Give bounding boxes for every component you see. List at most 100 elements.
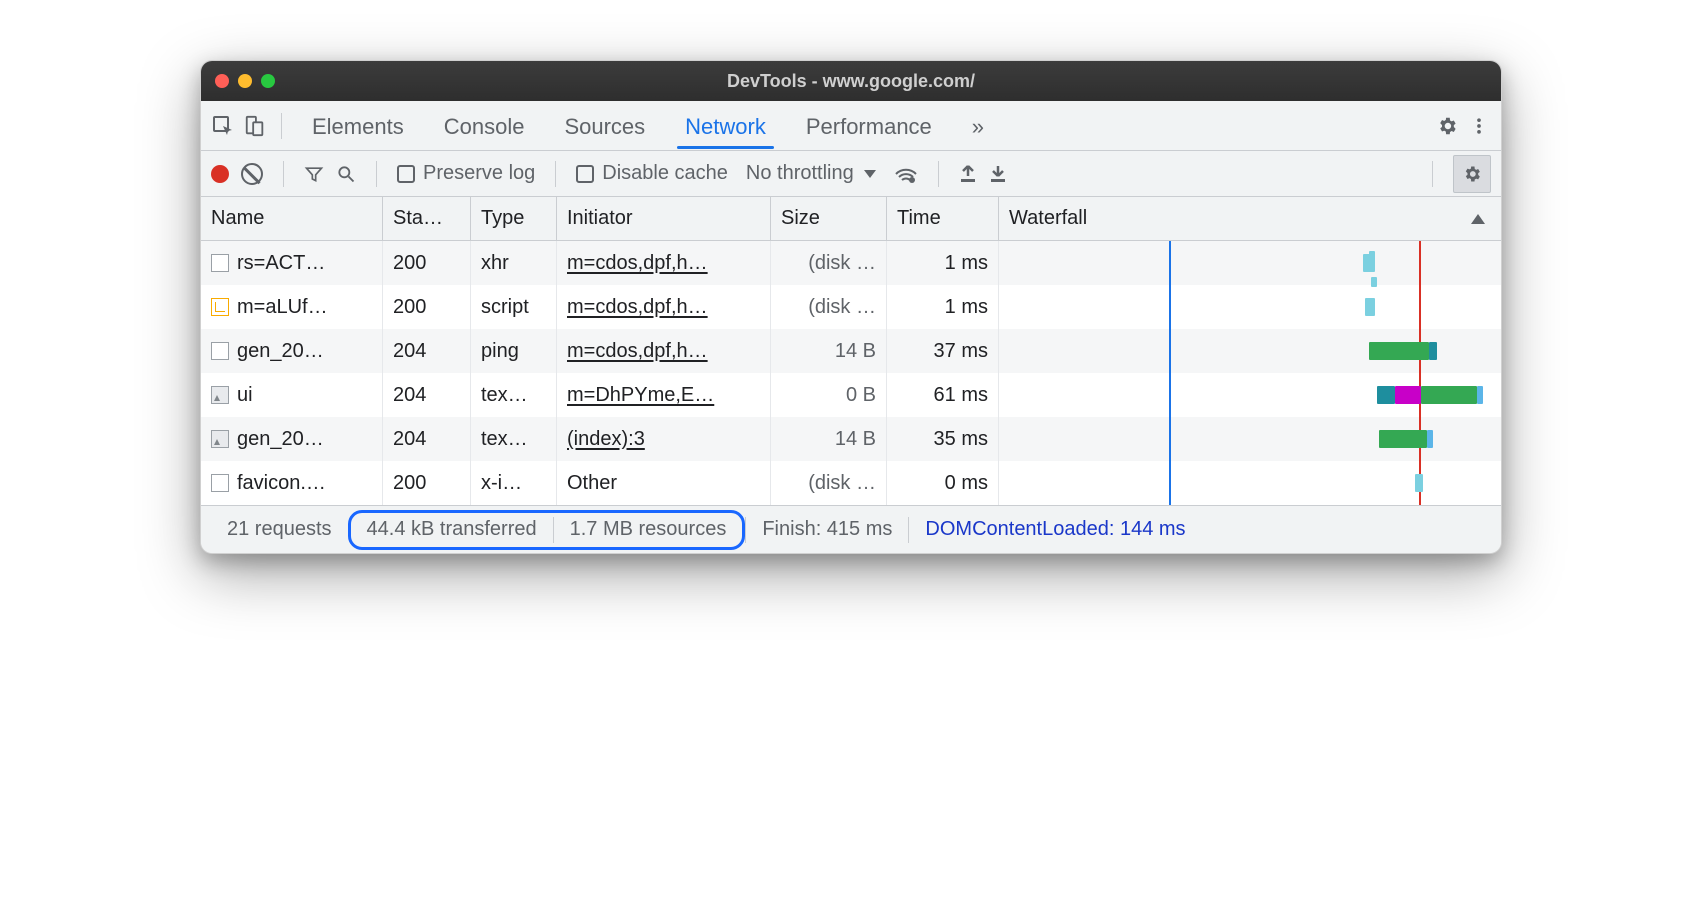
tab-network[interactable]: Network <box>667 104 784 148</box>
panel-tabbar: Elements Console Sources Network Perform… <box>201 101 1501 151</box>
cell-name[interactable]: m=aLUf… <box>201 285 383 329</box>
cell-initiator: m=cdos,dpf,h… <box>557 329 771 373</box>
waterfall-bar <box>1415 474 1423 492</box>
cell-type: xhr <box>471 241 557 285</box>
cell-time: 35 ms <box>887 417 999 461</box>
clear-button[interactable] <box>241 163 263 185</box>
tab-sources[interactable]: Sources <box>546 104 663 148</box>
initiator-link[interactable]: (index):3 <box>567 428 645 451</box>
cell-size: (disk … <box>771 285 887 329</box>
search-icon[interactable] <box>336 164 356 184</box>
import-har-icon[interactable] <box>959 164 977 184</box>
table-row[interactable]: favicon.…200x-i…Other(disk …0 ms <box>201 461 1501 505</box>
filter-icon[interactable] <box>304 164 324 184</box>
cell-type: tex… <box>471 417 557 461</box>
titlebar[interactable]: DevTools - www.google.com/ <box>201 61 1501 101</box>
cell-type: ping <box>471 329 557 373</box>
cell-initiator: (index):3 <box>557 417 771 461</box>
checkbox-icon <box>576 165 594 183</box>
cell-size: 0 B <box>771 373 887 417</box>
preserve-log-label: Preserve log <box>423 162 535 185</box>
checkbox-icon <box>397 165 415 183</box>
table-row[interactable]: m=aLUf…200script m=cdos,dpf,h… (disk …1 ms <box>201 285 1501 329</box>
cell-time: 1 ms <box>887 285 999 329</box>
divider <box>376 161 377 187</box>
cell-name[interactable]: favicon.… <box>201 461 383 505</box>
cell-type: script <box>471 285 557 329</box>
tab-elements[interactable]: Elements <box>294 104 422 148</box>
file-type-icon <box>211 430 229 448</box>
settings-icon[interactable] <box>1433 112 1461 140</box>
file-type-icon <box>211 342 229 360</box>
cell-status: 200 <box>383 241 471 285</box>
col-size[interactable]: Size <box>771 197 887 240</box>
col-type[interactable]: Type <box>471 197 557 240</box>
col-status[interactable]: Sta… <box>383 197 471 240</box>
initiator-link[interactable]: m=DhPYme,E… <box>567 384 714 407</box>
record-button[interactable] <box>211 165 229 183</box>
col-time[interactable]: Time <box>887 197 999 240</box>
divider <box>938 161 939 187</box>
cell-size: 14 B <box>771 329 887 373</box>
file-name: favicon.… <box>237 472 326 495</box>
cell-status: 200 <box>383 461 471 505</box>
status-resources: 1.7 MB resources <box>554 518 743 541</box>
cell-initiator: Other <box>557 461 771 505</box>
waterfall-bar <box>1477 386 1483 404</box>
cell-name[interactable]: ui <box>201 373 383 417</box>
waterfall-bar <box>1369 342 1429 360</box>
table-row[interactable]: ui204tex…m=DhPYme,E…0 B61 ms <box>201 373 1501 417</box>
zoom-icon[interactable] <box>261 74 275 88</box>
highlight-transferred-resources: 44.4 kB transferred 1.7 MB resources <box>348 510 746 550</box>
device-toggle-icon[interactable] <box>241 112 269 140</box>
network-toolbar: Preserve log Disable cache No throttling <box>201 151 1501 197</box>
cell-waterfall <box>999 329 1501 373</box>
col-initiator[interactable]: Initiator <box>557 197 771 240</box>
throttling-label: No throttling <box>746 162 854 185</box>
disable-cache-label: Disable cache <box>602 162 728 185</box>
tab-console[interactable]: Console <box>426 104 543 148</box>
cell-waterfall <box>999 373 1501 417</box>
request-table: rs=ACT…200xhrm=cdos,dpf,h…(disk …1 msm=a… <box>201 241 1501 505</box>
network-settings-icon[interactable] <box>1453 155 1491 193</box>
preserve-log-checkbox[interactable]: Preserve log <box>397 162 535 185</box>
waterfall-bar <box>1429 342 1437 360</box>
table-row[interactable]: gen_20…204pingm=cdos,dpf,h…14 B37 ms <box>201 329 1501 373</box>
throttling-select[interactable]: No throttling <box>740 160 882 187</box>
cell-size: (disk … <box>771 241 887 285</box>
file-type-icon <box>211 298 229 316</box>
cell-name[interactable]: rs=ACT… <box>201 241 383 285</box>
divider <box>283 161 284 187</box>
table-row[interactable]: rs=ACT…200xhr m=cdos,dpf,h… (disk …1 ms <box>201 241 1501 285</box>
cell-time: 0 ms <box>887 461 999 505</box>
close-icon[interactable] <box>215 74 229 88</box>
initiator-link[interactable]: m=cdos,dpf,h… <box>567 252 708 275</box>
inspect-icon[interactable] <box>209 112 237 140</box>
kebab-icon[interactable] <box>1465 112 1493 140</box>
export-har-icon[interactable] <box>989 164 1007 184</box>
cell-status: 204 <box>383 417 471 461</box>
cell-time: 1 ms <box>887 241 999 285</box>
disable-cache-checkbox[interactable]: Disable cache <box>576 162 728 185</box>
network-conditions-icon[interactable] <box>894 164 918 184</box>
cell-name[interactable]: gen_20… <box>201 329 383 373</box>
col-waterfall[interactable]: Waterfall <box>999 197 1501 240</box>
file-name: gen_20… <box>237 340 324 363</box>
initiator-link[interactable]: m=cdos,dpf,h… <box>567 296 708 319</box>
divider <box>281 113 282 139</box>
cell-waterfall <box>999 241 1501 285</box>
cell-waterfall <box>999 417 1501 461</box>
cell-type: x-i… <box>471 461 557 505</box>
initiator-text: Other <box>567 472 617 495</box>
minimize-icon[interactable] <box>238 74 252 88</box>
cell-status: 204 <box>383 373 471 417</box>
cell-status: 200 <box>383 285 471 329</box>
tab-performance[interactable]: Performance <box>788 104 950 148</box>
tab-overflow[interactable]: » <box>954 104 1002 148</box>
status-transferred: 44.4 kB transferred <box>351 518 553 541</box>
col-name[interactable]: Name <box>201 197 383 240</box>
table-row[interactable]: gen_20…204tex…(index):314 B35 ms <box>201 417 1501 461</box>
cell-name[interactable]: gen_20… <box>201 417 383 461</box>
initiator-link[interactable]: m=cdos,dpf,h… <box>567 340 708 363</box>
status-domcontentloaded: DOMContentLoaded: 144 ms <box>909 518 1201 541</box>
